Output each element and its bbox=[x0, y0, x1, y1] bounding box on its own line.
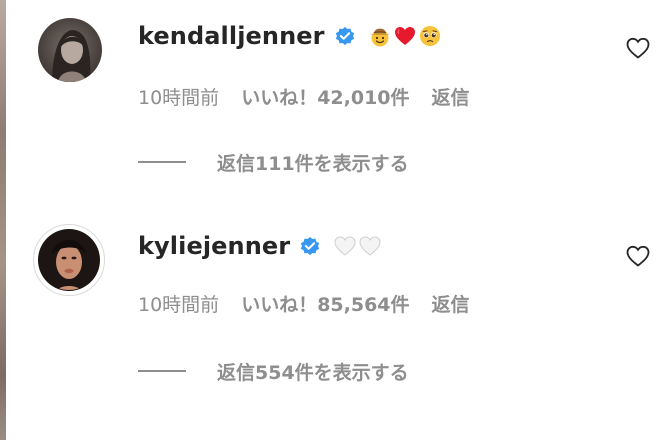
like-heart-icon[interactable] bbox=[625, 244, 651, 268]
username[interactable]: kyliejenner bbox=[138, 232, 290, 260]
cowboy-face-icon bbox=[368, 24, 392, 48]
white-heart-icon bbox=[358, 234, 382, 258]
verified-badge-icon bbox=[299, 235, 321, 257]
pleading-face-icon bbox=[418, 24, 442, 48]
comments-panel: kendalljenner 10時間前 いいね！42,010件 返信 返信111… bbox=[0, 0, 672, 440]
view-replies-button[interactable]: 返信111件を表示する bbox=[138, 147, 409, 177]
view-replies-label[interactable]: 返信554件を表示する bbox=[217, 358, 409, 385]
white-heart-icon bbox=[333, 234, 357, 258]
replies-divider bbox=[138, 161, 186, 163]
avatar[interactable] bbox=[38, 18, 102, 82]
comment-meta: 10時間前 いいね！42,010件 返信 bbox=[138, 81, 470, 111]
username[interactable]: kendalljenner bbox=[138, 22, 325, 50]
reply-button[interactable]: 返信 bbox=[432, 83, 470, 110]
comment-emojis bbox=[333, 234, 382, 258]
red-heart-icon bbox=[393, 24, 417, 48]
avatar[interactable] bbox=[33, 224, 105, 296]
comment-emojis bbox=[368, 24, 442, 48]
view-replies-button[interactable]: 返信554件を表示する bbox=[138, 356, 409, 386]
replies-divider bbox=[138, 370, 186, 372]
like-count[interactable]: いいね！42,010件 bbox=[241, 83, 409, 110]
like-heart-icon[interactable] bbox=[625, 36, 651, 60]
view-replies-label[interactable]: 返信111件を表示する bbox=[217, 149, 409, 176]
comment-time[interactable]: 10時間前 bbox=[138, 83, 219, 110]
background-photo-edge bbox=[0, 0, 6, 440]
comment-meta: 10時間前 いいね！85,564件 返信 bbox=[138, 288, 470, 318]
like-count[interactable]: いいね！85,564件 bbox=[241, 290, 409, 317]
reply-button[interactable]: 返信 bbox=[432, 290, 470, 317]
verified-badge-icon bbox=[334, 25, 356, 47]
comment-time[interactable]: 10時間前 bbox=[138, 290, 219, 317]
